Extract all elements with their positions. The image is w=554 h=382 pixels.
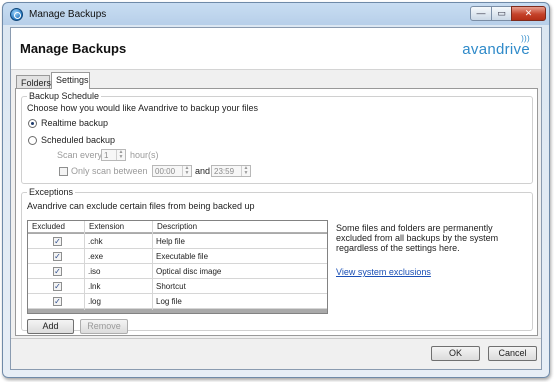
only-scan-label: Only scan between [71, 166, 148, 176]
system-exclusions-note-line1: Some files and folders are permanently [336, 223, 493, 233]
extension-cell: .chk [88, 237, 103, 246]
excluded-checkbox[interactable]: ✓ [53, 267, 62, 276]
col-description[interactable]: Description [157, 222, 197, 231]
column-divider [84, 221, 85, 310]
ok-button[interactable]: OK [431, 346, 480, 361]
logo-text: avandrive [462, 41, 530, 58]
table-row[interactable]: ✓ .iso Optical disc image [28, 264, 327, 279]
spinner-arrows-icon[interactable]: ▲ ▼ [116, 150, 125, 160]
description-cell: Optical disc image [156, 267, 222, 276]
settings-tab-panel: Backup Schedule Choose how you would lik… [15, 88, 538, 336]
extension-cell: .exe [88, 252, 104, 261]
end-time-arrows-icon[interactable]: ▲ ▼ [241, 166, 250, 176]
col-extension[interactable]: Extension [89, 222, 124, 231]
minimize-button[interactable]: — [470, 6, 492, 21]
tab-folders[interactable]: Folders [16, 75, 51, 88]
title-bar[interactable]: Manage Backups — ▭ ✕ [3, 3, 549, 27]
extension-cell: .iso [88, 267, 101, 276]
end-time-field[interactable]: 23:59 ▲ ▼ [211, 165, 251, 177]
extension-cell: .log [88, 297, 101, 306]
table-row[interactable]: ✓ .lnk Shortcut [28, 279, 327, 294]
view-system-exclusions-link[interactable]: View system exclusions [336, 267, 431, 277]
system-exclusions-note-line2: excluded from all backups by the system [336, 233, 499, 243]
description-cell: Executable file [156, 252, 209, 261]
excluded-checkbox[interactable]: ✓ [53, 252, 62, 261]
start-time-arrows-icon[interactable]: ▲ ▼ [182, 166, 191, 176]
description-cell: Shortcut [156, 282, 186, 291]
excluded-checkbox[interactable]: ✓ [53, 282, 62, 291]
window-title: Manage Backups [29, 9, 107, 20]
col-excluded[interactable]: Excluded [32, 222, 65, 231]
table-header: Excluded Extension Description [28, 221, 327, 233]
realtime-label[interactable]: Realtime backup [41, 118, 108, 128]
signal-icon: ))) [521, 34, 530, 43]
column-divider [152, 221, 153, 310]
extension-cell: .lnk [88, 282, 101, 291]
description-cell: Help file [156, 237, 185, 246]
scheduled-label[interactable]: Scheduled backup [41, 135, 115, 145]
app-icon [10, 8, 23, 21]
avandrive-logo: avandrive ))) [462, 34, 530, 58]
scan-every-spinner[interactable]: 1 ▲ ▼ [101, 149, 126, 161]
and-label: and [195, 166, 211, 176]
exceptions-table[interactable]: Excluded Extension Description ✓ .chk He… [27, 220, 328, 314]
realtime-radio[interactable] [28, 119, 37, 128]
tab-settings[interactable]: Settings [51, 72, 90, 89]
cancel-button[interactable]: Cancel [488, 346, 537, 361]
hours-label: hour(s) [130, 150, 159, 160]
schedule-intro: Choose how you would like Avandrive to b… [27, 103, 258, 113]
scan-every-value: 1 [104, 151, 109, 160]
footer-divider [11, 338, 541, 339]
dialog-client-area: Manage Backups avandrive ))) Folders Set… [10, 27, 542, 370]
only-scan-checkbox[interactable] [59, 167, 68, 176]
backup-schedule-group: Backup Schedule Choose how you would lik… [21, 91, 533, 184]
maximize-button[interactable]: ▭ [491, 6, 512, 21]
scan-every-label: Scan every [57, 150, 103, 160]
excluded-checkbox[interactable]: ✓ [53, 297, 62, 306]
excluded-checkbox[interactable]: ✓ [53, 237, 62, 246]
description-cell: Log file [156, 297, 182, 306]
start-time-value: 00:00 [155, 167, 176, 176]
page-title: Manage Backups [20, 41, 127, 56]
remove-button[interactable]: Remove [80, 319, 128, 334]
scheduled-radio[interactable] [28, 136, 37, 145]
add-button[interactable]: Add [27, 319, 74, 334]
end-time-value: 23:59 [214, 167, 235, 176]
backup-schedule-legend: Backup Schedule [27, 91, 102, 101]
exceptions-legend: Exceptions [27, 187, 76, 197]
manage-backups-window: Manage Backups — ▭ ✕ Manage Backups avan… [2, 2, 550, 378]
table-row[interactable]: ✓ .log Log file [28, 294, 327, 309]
exceptions-intro: Avandrive can exclude certain files from… [27, 201, 255, 211]
table-row[interactable]: ✓ .exe Executable file [28, 249, 327, 264]
close-button[interactable]: ✕ [511, 6, 546, 21]
table-row[interactable]: ✓ .chk Help file [28, 234, 327, 249]
start-time-field[interactable]: 00:00 ▲ ▼ [152, 165, 192, 177]
system-exclusions-note-line3: regardless of the settings here. [336, 243, 460, 253]
exceptions-group: Exceptions Avandrive can exclude certain… [21, 187, 533, 334]
header-band: Manage Backups avandrive ))) [11, 28, 541, 70]
